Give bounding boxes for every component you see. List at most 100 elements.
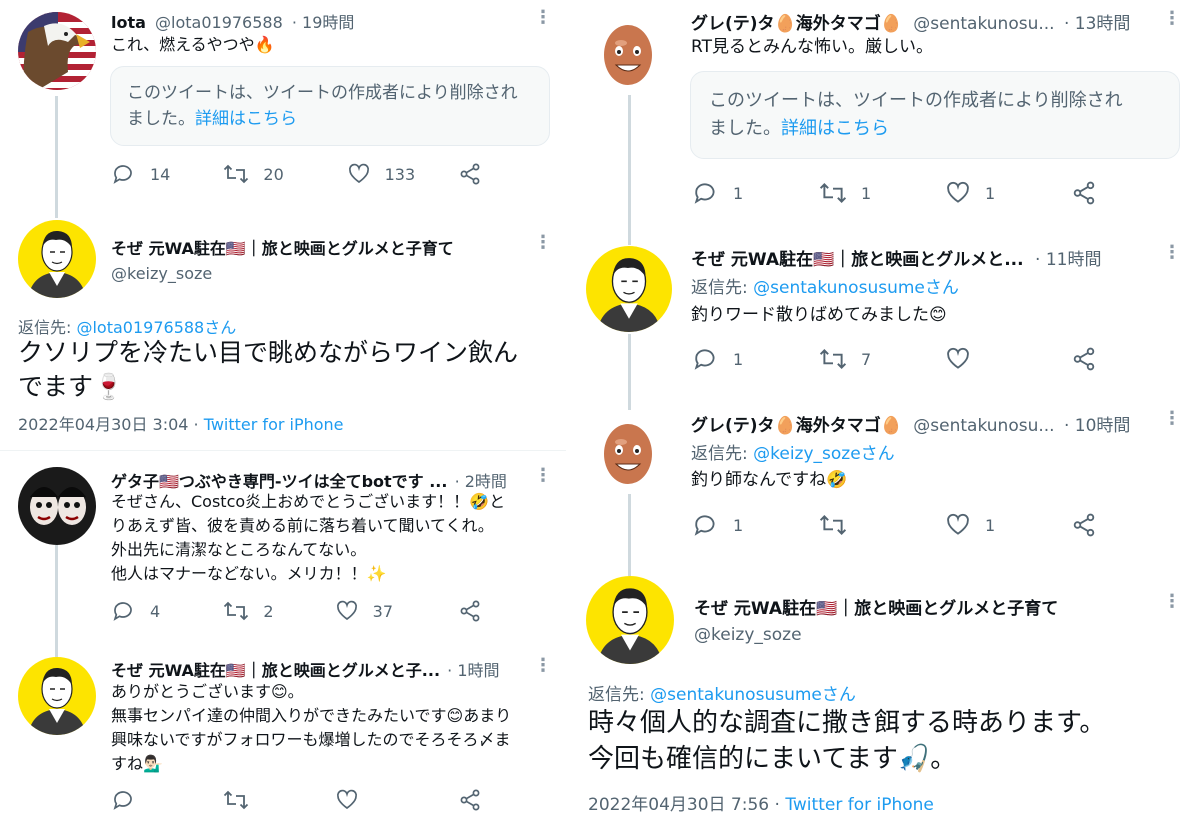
reply-to-label: 返信先: [691, 278, 754, 298]
like-button[interactable]: 133 [347, 162, 458, 186]
author-handle[interactable]: @lota01976588 [155, 13, 283, 32]
share-button[interactable] [1071, 180, 1097, 206]
action-bar: 1 1 [693, 512, 1113, 538]
reply-count: 1 [733, 183, 744, 203]
reply-button[interactable] [112, 788, 223, 812]
tweet-text-line: 興味ないですがフォロワーも爆増したのでそろそろ〆ま [111, 730, 511, 749]
more-icon[interactable]: ⋮ [534, 657, 552, 675]
retweet-button[interactable] [819, 512, 945, 538]
like-count: 1 [985, 515, 996, 535]
reply-to-link[interactable]: @lota01976588さん [76, 318, 236, 337]
action-bar: 4 2 37 [112, 599, 482, 623]
retweet-icon [224, 790, 249, 810]
more-icon[interactable]: ⋮ [534, 234, 552, 252]
share-button[interactable] [1071, 512, 1097, 538]
author-handle[interactable]: @sentakunosu... [913, 416, 1054, 436]
retweet-button[interactable] [223, 788, 334, 812]
share-button[interactable] [1071, 346, 1097, 372]
share-icon [1073, 513, 1095, 537]
more-icon[interactable]: ⋮ [1163, 593, 1181, 611]
heart-icon [348, 163, 369, 184]
author-name[interactable]: ゲタ子🇺🇸つぶやき専門-ツイは全てbotです ... [111, 472, 447, 491]
heart-icon [947, 347, 969, 369]
reply-button[interactable]: 1 [693, 346, 819, 372]
share-button[interactable] [458, 599, 482, 623]
deleted-tweet-notice: このツイートは、ツイートの作成者により削除され ました。詳細はこちら [110, 66, 550, 146]
avatar[interactable] [586, 246, 672, 332]
author-name[interactable]: lota [111, 13, 146, 32]
tweet-text: ありがとうございます😊。 無事センパイ達の仲間入りができたみたいです😊あまり 興… [111, 680, 511, 776]
retweet-button[interactable]: 20 [223, 162, 346, 186]
author-name[interactable]: そぜ 元WA駐在🇺🇸｜旅と映画とグルメと... [691, 250, 1024, 270]
tweet-time[interactable]: · 11時間 [1035, 250, 1101, 270]
tweet-time[interactable]: · 13時間 [1064, 14, 1130, 34]
tweet-text-line: 他人はマナーなどない。メリカ！！✨ [111, 564, 387, 583]
action-bar: 1 1 1 [693, 180, 1113, 206]
share-button[interactable] [458, 788, 482, 812]
tweet-text-line: クソリプを冷たい目で眺めながらワイン飲ん [18, 338, 519, 367]
more-icon[interactable]: ⋮ [1163, 10, 1181, 28]
author-name[interactable]: そぜ 元WA駐在🇺🇸｜旅と映画とグルメと子育て [694, 599, 1058, 619]
tweet-source-link[interactable]: Twitter for iPhone [204, 415, 344, 434]
reply-to-link[interactable]: @sentakunosusumeさん [753, 278, 959, 298]
tweet-text-line: すね💁🏻‍♂️ [111, 754, 163, 773]
retweet-button[interactable]: 2 [223, 599, 334, 623]
like-button[interactable]: 1 [945, 512, 1071, 538]
like-button[interactable]: 37 [335, 599, 446, 623]
more-icon[interactable]: ⋮ [1163, 244, 1181, 262]
like-button[interactable] [945, 346, 1071, 372]
like-button[interactable] [335, 788, 446, 812]
like-count: 37 [372, 601, 394, 621]
share-button[interactable] [458, 162, 482, 186]
tweet-time[interactable]: · 19時間 [292, 13, 355, 32]
retweet-count: 1 [861, 183, 872, 203]
tweet-text-line: 今回も確信的にまいてます🎣。 [588, 744, 957, 774]
retweet-button[interactable]: 7 [819, 346, 945, 372]
avatar[interactable] [18, 12, 96, 90]
details-link[interactable]: 詳細はこちら [781, 118, 889, 139]
share-icon [460, 789, 480, 811]
tweet-source-link[interactable]: Twitter for iPhone [785, 795, 934, 815]
tweet-time[interactable]: · 2時間 [455, 472, 507, 491]
reply-icon [113, 602, 132, 621]
author-name[interactable]: そぜ 元WA駐在🇺🇸｜旅と映画とグルメと子育て [111, 239, 454, 258]
avatar[interactable] [588, 412, 668, 492]
tweet-text-line: ありがとうございます😊。 [111, 682, 304, 701]
avatar[interactable] [18, 467, 96, 545]
more-icon[interactable]: ⋮ [1163, 410, 1181, 428]
heart-icon [947, 181, 969, 203]
reply-to-link[interactable]: @sentakunosusumeさん [650, 685, 856, 705]
reply-icon [694, 183, 715, 204]
avatar[interactable] [18, 220, 96, 298]
author-name[interactable]: そぜ 元WA駐在🇺🇸｜旅と映画とグルメと子... [111, 661, 440, 680]
more-icon[interactable]: ⋮ [534, 9, 552, 27]
like-count: 133 [384, 164, 416, 184]
tweet-time[interactable]: · 1時間 [447, 661, 499, 680]
reply-button[interactable]: 4 [112, 599, 223, 623]
reply-button[interactable]: 14 [112, 162, 223, 186]
author-name[interactable]: グレ(テ)タ🥚海外タマゴ🥚 [691, 14, 902, 34]
retweet-icon [819, 515, 847, 535]
details-link[interactable]: 詳細はこちら [195, 109, 297, 129]
retweet-button[interactable]: 1 [819, 180, 945, 206]
author-handle[interactable]: @keizy_soze [111, 264, 212, 283]
tweet-text-line: 無事センパイ達の仲間入りができたみたいです😊あまり [111, 706, 512, 725]
like-button[interactable]: 1 [945, 180, 1071, 206]
more-icon[interactable]: ⋮ [534, 467, 552, 485]
author-name[interactable]: グレ(テ)タ🥚海外タマゴ🥚 [691, 416, 902, 436]
share-icon [1073, 347, 1095, 371]
reply-count: 1 [733, 349, 744, 369]
reply-to-link[interactable]: @keizy_sozeさん [753, 444, 895, 464]
deleted-text-line2: ました。 [709, 117, 781, 139]
retweet-icon [224, 601, 249, 621]
avatar[interactable] [18, 657, 96, 735]
deleted-text-line1: このツイートは、ツイートの作成者により削除され [127, 83, 518, 103]
retweet-count: 7 [861, 349, 872, 369]
author-handle[interactable]: @sentakunosu... [913, 14, 1054, 34]
tweet-time[interactable]: · 10時間 [1064, 416, 1130, 436]
author-handle[interactable]: @keizy_soze [694, 625, 802, 645]
reply-button[interactable]: 1 [693, 180, 819, 206]
avatar[interactable] [586, 576, 674, 664]
avatar[interactable] [588, 13, 668, 93]
reply-button[interactable]: 1 [693, 512, 819, 538]
